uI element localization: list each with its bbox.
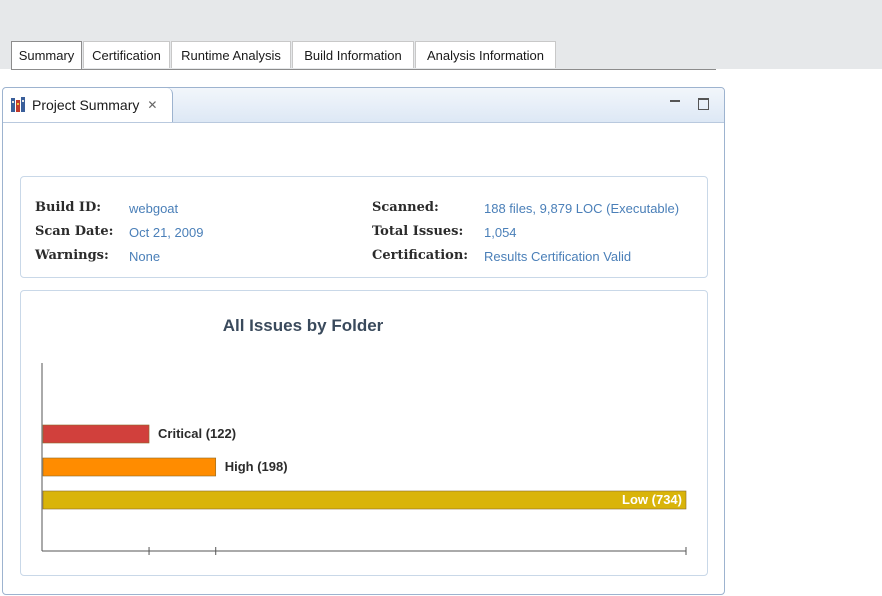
warnings-value: None (129, 249, 161, 264)
scan-date-label: Scan Date: (35, 224, 114, 239)
tab-analysis-information[interactable]: Analysis Information (415, 41, 556, 68)
tab-certification-label: Certification (92, 47, 161, 63)
view-header: Project Summary ✕ (3, 88, 724, 123)
tab-build-information[interactable]: Build Information (292, 41, 414, 68)
view-tab-project-summary[interactable]: Project Summary ✕ (3, 88, 173, 122)
total-issues-value: 1,054 (484, 225, 517, 240)
minimize-icon[interactable] (669, 97, 681, 109)
tab-summary[interactable]: Summary (11, 41, 82, 69)
bar-label-critical: Critical (122) (158, 426, 236, 441)
bar-high (42, 457, 217, 477)
total-issues-label: Total Issues: (372, 224, 464, 239)
tab-runtime-analysis[interactable]: Runtime Analysis (171, 41, 291, 68)
build-id-value: webgoat (129, 201, 179, 216)
tab-runtime-analysis-label: Runtime Analysis (181, 47, 281, 63)
bar-critical (42, 424, 150, 444)
chart-bars: Critical (122) High (198) Low (734) (42, 424, 687, 510)
close-icon[interactable]: ✕ (147, 98, 157, 112)
bar-label-low: Low (734) (622, 492, 682, 507)
tab-analysis-information-label: Analysis Information (426, 47, 545, 63)
scan-date-value: Oct 21, 2009 (129, 225, 204, 240)
issues-by-folder-chart: All Issues by Folder Critical (122) High … (41, 316, 687, 555)
scanned-value: 188 files, 9,879 LOC (Executable) (484, 201, 680, 216)
summary-info-panel: Build ID: webgoat Scan Date: Oct 21, 200… (20, 176, 708, 278)
build-id-label: Build ID: (35, 200, 102, 215)
tab-build-information-label: Build Information (304, 47, 402, 63)
warnings-label: Warnings: (35, 248, 109, 263)
certification-label: Certification: (372, 248, 469, 263)
maximize-icon[interactable] (697, 97, 709, 110)
view-title: Project Summary (32, 97, 140, 113)
certification-value: Results Certification Valid (484, 249, 632, 264)
project-summary-icon (10, 96, 28, 114)
scanned-label: Scanned: (372, 200, 439, 215)
tab-certification[interactable]: Certification (83, 41, 170, 68)
issues-chart-panel: All Issues by Folder Critical (122) High … (20, 290, 708, 576)
chart-title: All Issues by Folder (223, 316, 384, 335)
summary-tab-bar: Summary Certification Runtime Analysis B… (11, 41, 716, 70)
bar-low (42, 490, 687, 510)
bar-label-high: High (198) (225, 459, 288, 474)
tab-summary-label: Summary (18, 48, 75, 63)
